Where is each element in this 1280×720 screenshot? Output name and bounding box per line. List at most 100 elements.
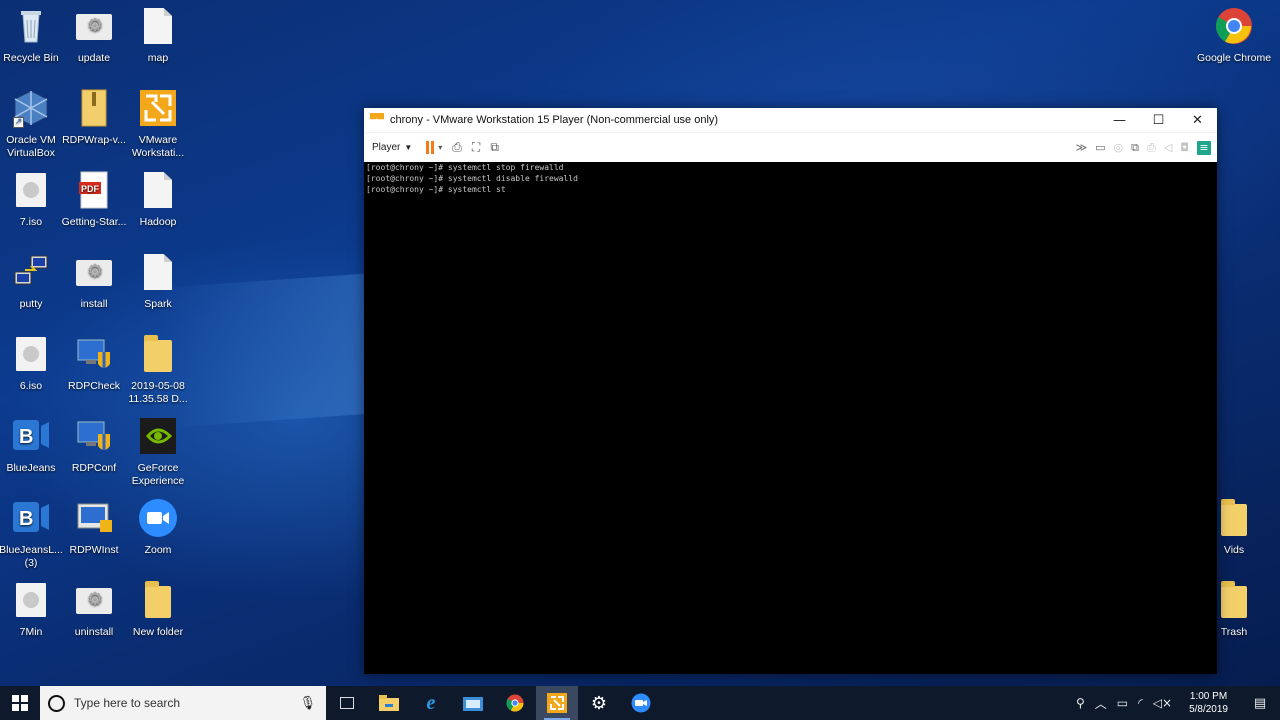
- cd-drive-icon[interactable]: ◎: [1114, 141, 1124, 154]
- desktop-icon-vmware[interactable]: VMware Workstati...: [122, 82, 194, 162]
- taskbar-settings[interactable]: ⚙: [578, 686, 620, 720]
- system-tray: ⚲ ︿ ▭ ◜ ◁× 1:00 PM 5/8/2019 ▤: [1071, 686, 1280, 720]
- geforce-icon: [138, 416, 178, 456]
- player-menu-button[interactable]: Player ▼: [372, 142, 412, 153]
- taskbar-store[interactable]: [452, 686, 494, 720]
- window-title: chrony - VMware Workstation 15 Player (N…: [390, 114, 719, 126]
- battery-icon[interactable]: ▭: [1112, 696, 1133, 710]
- icon-label: GeForce Experience: [131, 462, 185, 487]
- desktop-icon-7min[interactable]: 7Min: [0, 574, 67, 654]
- rdp-shield-icon: [74, 416, 114, 456]
- desktop-icon-new-folder[interactable]: New folder: [122, 574, 194, 654]
- chrome-icon: [506, 694, 524, 712]
- desktop-icon-spark[interactable]: Spark: [122, 246, 194, 326]
- printer-icon[interactable]: ⎙: [1147, 141, 1156, 155]
- desktop: Recycle Bin ↗ Oracle VM VirtualBox 7.iso…: [0, 0, 1280, 686]
- folder-icon: [1214, 498, 1254, 538]
- sound-card-icon[interactable]: ◁: [1164, 141, 1172, 154]
- clock[interactable]: 1:00 PM 5/8/2019: [1177, 690, 1240, 716]
- cortana-icon: [48, 694, 65, 712]
- desktop-icon-install[interactable]: install: [58, 246, 130, 326]
- icon-label: New folder: [132, 626, 184, 638]
- blank-file-icon: [138, 252, 178, 292]
- console-line: [root@chrony ~]# systemctl stop firewall…: [366, 163, 564, 172]
- icon-label: 2019-05-08 11.35.58 D...: [128, 380, 188, 405]
- desktop-icon-geforce[interactable]: GeForce Experience: [122, 410, 194, 490]
- desktop-icon-6-iso[interactable]: 6.iso: [0, 328, 67, 408]
- icon-label: Google Chrome: [1196, 52, 1272, 64]
- pause-dropdown-icon[interactable]: ▾: [438, 143, 442, 152]
- pause-icon[interactable]: [426, 141, 435, 154]
- rdp-installer-icon: [74, 498, 114, 538]
- icon-label: Zoom: [144, 544, 172, 556]
- desktop-icon-update[interactable]: update: [58, 0, 130, 80]
- network-adapter-icon[interactable]: ⧉: [1131, 141, 1139, 155]
- microphone-icon[interactable]: 🎙: [299, 696, 316, 711]
- hard-disk-icon[interactable]: ▭: [1095, 141, 1105, 154]
- desktop-icon-chrome[interactable]: Google Chrome: [1196, 0, 1272, 80]
- people-icon[interactable]: ⚲: [1071, 696, 1090, 710]
- settings-file-icon: [74, 580, 114, 620]
- desktop-icon-bluejeansl[interactable]: B BlueJeansL... (3): [0, 492, 67, 572]
- file-explorer-icon: [379, 695, 399, 711]
- close-button[interactable]: ✕: [1178, 108, 1217, 132]
- taskbar-vmware[interactable]: [536, 686, 578, 720]
- desktop-icon-uninstall[interactable]: uninstall: [58, 574, 130, 654]
- desktop-icon-putty[interactable]: putty: [0, 246, 67, 326]
- svg-text:PDF: PDF: [81, 184, 100, 194]
- chrome-icon: [1214, 6, 1254, 46]
- camera-icon[interactable]: ◘: [1180, 141, 1189, 154]
- taskbar: Type here to search 🎙 e ⚙ ⚲ ︿ ▭ ◜ ◁× 1:0…: [0, 686, 1280, 720]
- action-center-icon[interactable]: ▤: [1240, 696, 1280, 711]
- search-box[interactable]: Type here to search 🎙: [40, 686, 326, 720]
- start-button[interactable]: [0, 686, 40, 720]
- taskbar-file-explorer[interactable]: [368, 686, 410, 720]
- desktop-icon-zoom[interactable]: Zoom: [122, 492, 194, 572]
- desktop-icon-virtualbox[interactable]: ↗ Oracle VM VirtualBox: [0, 82, 67, 162]
- desktop-icon-map[interactable]: map: [122, 0, 194, 80]
- desktop-icon-getting-started[interactable]: PDF Getting-Star...: [58, 164, 130, 244]
- message-log-icon[interactable]: ≡: [1197, 140, 1211, 155]
- window-titlebar[interactable]: chrony - VMware Workstation 15 Player (N…: [364, 108, 1217, 132]
- blank-file-icon: [138, 170, 178, 210]
- virtualbox-icon: ↗: [11, 88, 51, 128]
- desktop-icon-bluejeans[interactable]: B BlueJeans: [0, 410, 67, 490]
- disc-image-icon: [11, 580, 51, 620]
- console-line: [root@chrony ~]# systemctl disable firew…: [366, 174, 578, 183]
- settings-file-icon: [74, 6, 114, 46]
- svg-text:B: B: [19, 508, 33, 530]
- desktop-icon-7-iso[interactable]: 7.iso: [0, 164, 67, 244]
- gear-icon: ⚙: [590, 692, 608, 714]
- send-ctrl-alt-del-icon[interactable]: ⎙: [452, 140, 462, 155]
- disc-image-icon: [11, 334, 51, 374]
- blank-file-icon: [138, 6, 178, 46]
- vmware-logo-icon: [370, 113, 384, 120]
- volume-muted-icon[interactable]: ◁×: [1148, 696, 1177, 710]
- minimize-button[interactable]: —: [1100, 108, 1139, 132]
- putty-icon: [11, 252, 51, 292]
- task-view-icon: [340, 697, 354, 709]
- chevron-up-icon[interactable]: ︿: [1090, 695, 1112, 712]
- task-view-button[interactable]: [326, 686, 368, 720]
- folder-icon: [138, 334, 178, 374]
- vmware-player-window[interactable]: chrony - VMware Workstation 15 Player (N…: [364, 108, 1217, 674]
- fullscreen-icon[interactable]: ⛶: [472, 140, 480, 155]
- unity-icon[interactable]: ⧉: [490, 140, 499, 155]
- icon-label: Hadoop: [139, 216, 177, 228]
- desktop-icon-hadoop[interactable]: Hadoop: [122, 164, 194, 244]
- wifi-icon[interactable]: ◜: [1133, 696, 1148, 710]
- expand-arrows-icon[interactable]: ≫: [1076, 141, 1088, 154]
- desktop-icon-rdpwinst[interactable]: RDPWInst: [58, 492, 130, 572]
- bluejeans-icon: B: [11, 498, 51, 538]
- desktop-icon-recycle-bin[interactable]: Recycle Bin: [0, 0, 67, 80]
- desktop-icon-folder-2019[interactable]: 2019-05-08 11.35.58 D...: [122, 328, 194, 408]
- maximize-button[interactable]: ☐: [1139, 108, 1178, 132]
- zip-folder-icon: [74, 88, 114, 128]
- icon-label: map: [147, 52, 169, 64]
- taskbar-internet-explorer[interactable]: e: [410, 686, 452, 720]
- guest-console[interactable]: [root@chrony ~]# systemctl stop firewall…: [364, 162, 1217, 195]
- icon-label: VMware Workstati...: [131, 134, 185, 159]
- taskbar-chrome[interactable]: [494, 686, 536, 720]
- store-icon: [463, 697, 483, 711]
- taskbar-zoom[interactable]: [620, 686, 662, 720]
